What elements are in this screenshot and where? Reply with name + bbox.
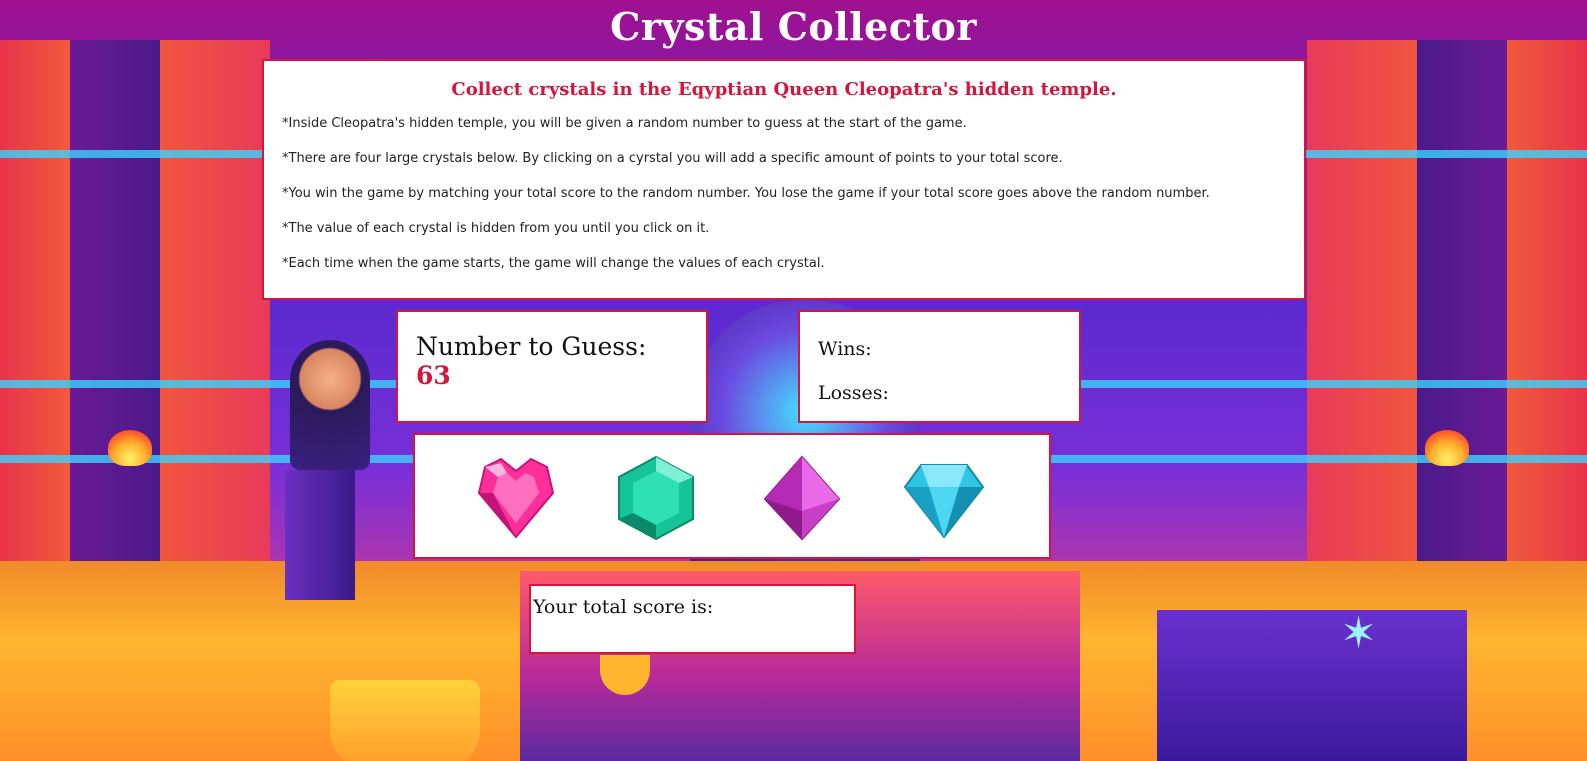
torch-flame-icon — [108, 430, 152, 466]
total-score-label: Your total score is: — [533, 596, 714, 618]
number-to-guess-label: Number to Guess: — [416, 332, 647, 361]
crystals-panel — [413, 433, 1051, 559]
total-score-panel: Your total score is: — [529, 584, 856, 654]
instruction-line: *Each time when the game starts, the gam… — [282, 256, 825, 271]
instruction-line: *You win the game by matching your total… — [282, 186, 1210, 201]
torch-flame-icon — [1425, 430, 1469, 466]
losses-label: Losses: — [818, 382, 889, 404]
instruction-line: *There are four large crystals below. By… — [282, 151, 1063, 166]
magenta-octahedron-crystal-icon[interactable] — [759, 453, 845, 543]
wins-label: Wins: — [818, 338, 872, 360]
page-title: Crystal Collector — [610, 4, 977, 49]
pink-heart-crystal-icon[interactable] — [473, 453, 559, 543]
bust-pedestal — [285, 470, 355, 600]
instructions-panel: Collect crystals in the Eqyptian Queen C… — [262, 59, 1306, 300]
number-to-guess-value: 63 — [416, 361, 451, 390]
instruction-line: *Inside Cleopatra's hidden temple, you w… — [282, 116, 967, 131]
cleopatra-bust — [290, 340, 370, 470]
stats-panel: Wins: Losses: — [798, 310, 1081, 423]
instructions-heading: Collect crystals in the Eqyptian Queen C… — [451, 79, 1117, 100]
star-icon: ✶ — [1340, 608, 1377, 659]
green-hexagon-crystal-icon[interactable] — [613, 453, 699, 543]
golden-cup — [330, 680, 480, 761]
number-to-guess-panel: Number to Guess: 63 — [396, 310, 708, 423]
treasure-chest — [1157, 610, 1467, 761]
cyan-diamond-crystal-icon[interactable] — [901, 453, 987, 543]
instruction-line: *The value of each crystal is hidden fro… — [282, 221, 710, 236]
